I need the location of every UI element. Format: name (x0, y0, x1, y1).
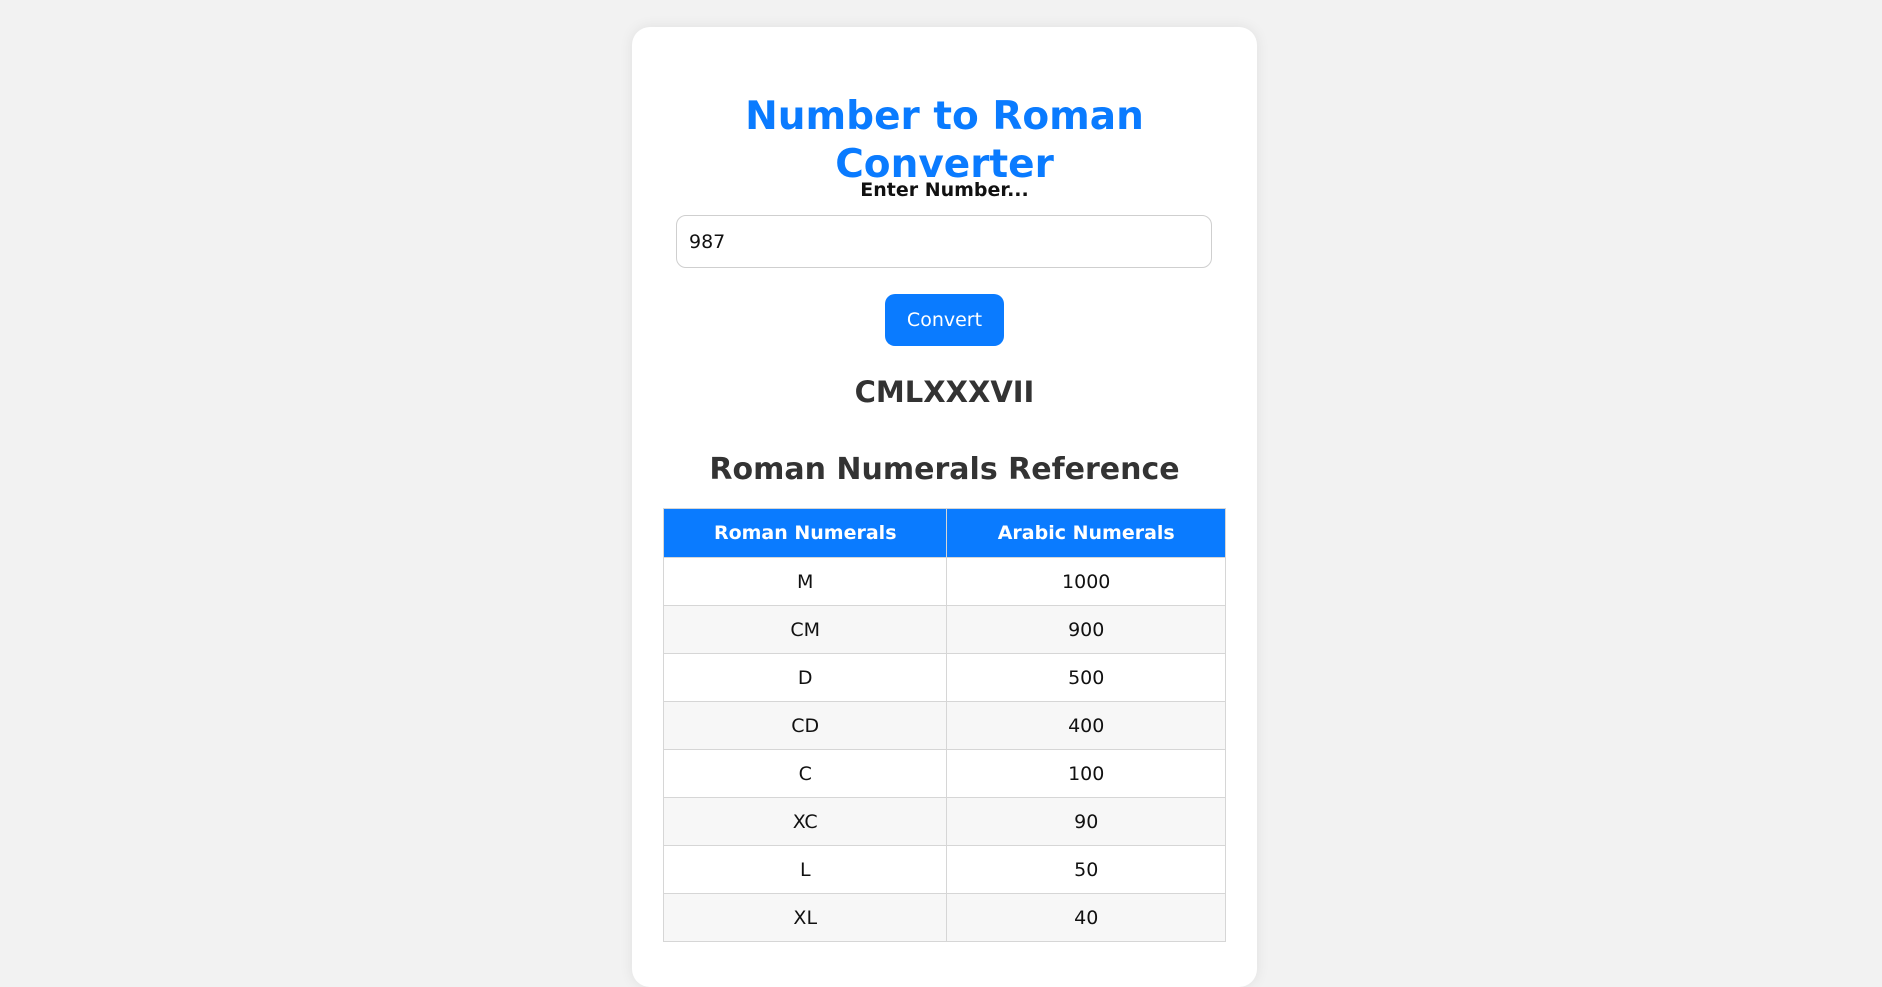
table-row: C 100 (662, 749, 1226, 798)
table-row: CM 900 (662, 605, 1226, 654)
roman-cell: CD (662, 701, 948, 750)
column-header-arabic: Arabic Numerals (946, 508, 1226, 558)
column-header-roman: Roman Numerals (662, 508, 948, 558)
table-row: CD 400 (662, 701, 1226, 750)
number-input-label: Enter Number... (860, 179, 1029, 201)
arabic-cell: 50 (946, 845, 1226, 894)
reference-heading: Roman Numerals Reference (709, 452, 1180, 487)
reference-table: Roman Numerals Arabic Numerals M 1000 CM… (662, 508, 1226, 942)
arabic-cell: 500 (946, 653, 1226, 702)
arabic-cell: 90 (946, 797, 1226, 846)
arabic-cell: 1000 (946, 557, 1226, 606)
arabic-cell: 400 (946, 701, 1226, 750)
roman-result: CMLXXXVII (854, 375, 1035, 409)
page-title: Number to Roman Converter (745, 94, 1144, 187)
convert-button[interactable]: Convert (885, 294, 1004, 346)
table-row: XC 90 (662, 797, 1226, 846)
arabic-cell: 40 (946, 893, 1226, 942)
converter-card: Number to Roman Converter Enter Number..… (632, 27, 1257, 987)
roman-cell: CM (662, 605, 948, 654)
table-row: M 1000 (662, 557, 1226, 606)
roman-cell: C (662, 749, 948, 798)
number-input[interactable] (676, 215, 1212, 268)
table-header-row: Roman Numerals Arabic Numerals (662, 508, 1226, 558)
table-row: XL 40 (662, 893, 1226, 942)
roman-cell: M (662, 557, 948, 606)
arabic-cell: 100 (946, 749, 1226, 798)
roman-cell: XC (662, 797, 948, 846)
table-row: L 50 (662, 845, 1226, 894)
roman-cell: L (662, 845, 948, 894)
table-row: D 500 (662, 653, 1226, 702)
roman-cell: D (662, 653, 948, 702)
arabic-cell: 900 (946, 605, 1226, 654)
roman-cell: XL (662, 893, 948, 942)
